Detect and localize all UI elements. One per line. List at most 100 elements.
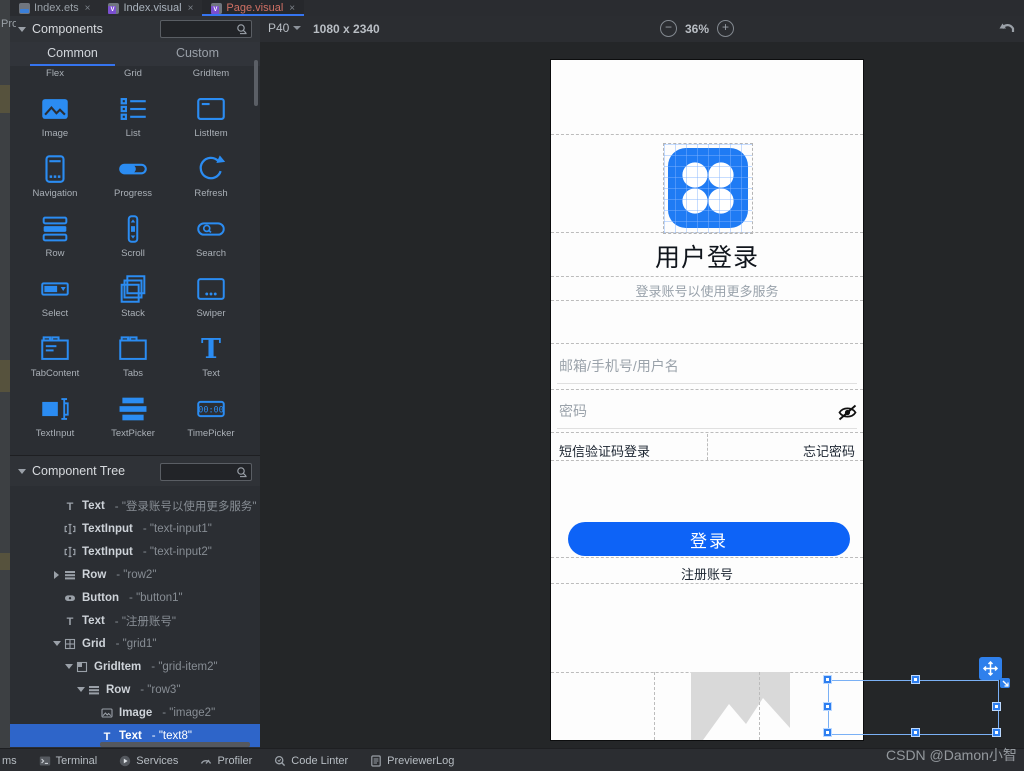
component-textinput[interactable]: TextInput <box>16 390 94 450</box>
component-listitem[interactable]: ListItem <box>172 90 250 150</box>
component-refresh[interactable]: Refresh <box>172 150 250 210</box>
move-handle[interactable] <box>979 657 1002 680</box>
chevron-expanded-icon[interactable] <box>50 641 63 646</box>
scroll-icon <box>116 212 150 246</box>
component-tabs[interactable]: Tabs <box>94 330 172 390</box>
component-text[interactable]: T Text <box>172 330 250 390</box>
component-list[interactable]: List <box>94 90 172 150</box>
component-row[interactable]: Row <box>16 210 94 270</box>
undo-icon[interactable] <box>999 20 1016 35</box>
code-linter-icon <box>274 755 286 767</box>
tree-item-textinput[interactable]: TextInput - "text-input1" <box>10 517 261 540</box>
image-placeholder[interactable] <box>691 672 790 740</box>
tree-item-text[interactable]: T Text - "注册账号" <box>10 609 261 632</box>
chevron-expanded-icon[interactable] <box>74 687 87 692</box>
layout-guide <box>551 389 863 390</box>
collapse-arrow-icon[interactable] <box>18 27 26 32</box>
tree-item-griditem[interactable]: GridItem - "grid-item2" <box>10 655 261 678</box>
components-scrollbar[interactable] <box>254 60 258 106</box>
login-button[interactable]: 登录 <box>568 522 850 556</box>
component-textpicker[interactable]: TextPicker <box>94 390 172 450</box>
component-navigation[interactable]: Navigation <box>16 150 94 210</box>
selection-handle[interactable] <box>911 675 920 684</box>
component-label: Refresh <box>194 188 227 199</box>
tab-custom[interactable]: Custom <box>135 42 260 66</box>
component-stack[interactable]: Stack <box>94 270 172 330</box>
textpicker-icon <box>116 392 150 426</box>
component-label[interactable]: GridItem <box>172 68 250 79</box>
statusbar-services[interactable]: Services <box>119 755 178 767</box>
tree-item-button[interactable]: Button - "button1" <box>10 586 261 609</box>
text-component-icon: T <box>194 332 228 366</box>
tree-item-grid[interactable]: Grid - "grid1" <box>10 632 261 655</box>
statusbar-terminal[interactable]: Terminal <box>39 755 98 767</box>
tab-index-visual[interactable]: V Index.visual × <box>99 0 202 16</box>
row-icon <box>38 212 72 246</box>
components-search-box[interactable] <box>160 20 252 38</box>
tree-search-input[interactable] <box>161 466 236 478</box>
tree-item-row[interactable]: Row - "row2" <box>10 563 261 586</box>
selection-handle[interactable] <box>823 675 832 684</box>
chevron-expanded-icon[interactable] <box>62 664 75 669</box>
statusbar-code-linter[interactable]: Code Linter <box>274 755 348 767</box>
tree-item-image[interactable]: Image - "image2" <box>10 701 261 724</box>
close-icon[interactable]: × <box>85 3 91 14</box>
sms-login-link[interactable]: 短信验证码登录 <box>559 441 650 460</box>
selection-handle[interactable] <box>992 702 1001 711</box>
components-search-input[interactable] <box>161 23 236 35</box>
terminal-icon <box>39 755 51 767</box>
phone-design-canvas[interactable]: 用户登录 登录账号以使用更多服务 邮箱/手机号/用户名 密码 短信验证码登录 忘… <box>551 60 863 740</box>
previewer-toolbar: P40 1080 x 2340 − 36% + <box>260 16 1024 43</box>
password-visibility-icon[interactable] <box>837 404 858 421</box>
refresh-icon <box>194 152 228 186</box>
password-input[interactable]: 密码 <box>559 401 587 421</box>
selection-handle[interactable] <box>823 702 832 711</box>
tab-page-visual[interactable]: V Page.visual × <box>202 0 304 16</box>
register-link[interactable]: 注册账号 <box>551 564 863 583</box>
component-swiper[interactable]: Swiper <box>172 270 250 330</box>
statusbar-previewerlog[interactable]: PreviewerLog <box>370 755 454 767</box>
close-icon[interactable]: × <box>289 3 295 14</box>
project-tool-label[interactable]: Pro <box>1 18 16 31</box>
tree-item-text[interactable]: T Text - "登录账号以使用更多服务" <box>10 494 261 517</box>
device-selector[interactable]: P40 <box>268 21 301 35</box>
component-search[interactable]: Search <box>172 210 250 270</box>
layout-guide <box>654 672 655 740</box>
svg-text:T: T <box>67 616 74 628</box>
component-image[interactable]: Image <box>16 90 94 150</box>
zoom-out-button[interactable]: − <box>660 20 677 37</box>
selection-handle[interactable] <box>992 728 1001 737</box>
collapse-arrow-icon[interactable] <box>18 469 26 474</box>
tree-item-row[interactable]: Row - "row3" <box>10 678 261 701</box>
zoom-controls: − 36% + <box>660 20 734 37</box>
tree-horizontal-scrollbar[interactable] <box>100 742 250 747</box>
username-input[interactable]: 邮箱/手机号/用户名 <box>559 356 679 376</box>
layout-guide <box>707 434 708 460</box>
zoom-in-button[interactable]: + <box>717 20 734 37</box>
tree-search-box[interactable] <box>160 463 252 481</box>
component-scroll[interactable]: Scroll <box>94 210 172 270</box>
forgot-password-link[interactable]: 忘记密码 <box>803 441 855 460</box>
status-partial-label[interactable]: ms <box>2 755 17 767</box>
tab-common[interactable]: Common <box>10 42 135 66</box>
component-progress[interactable]: Progress <box>94 150 172 210</box>
component-timepicker[interactable]: 00:00 TimePicker <box>172 390 250 450</box>
component-tabcontent[interactable]: TabContent <box>16 330 94 390</box>
statusbar-profiler[interactable]: Profiler <box>200 755 252 767</box>
component-label[interactable]: Grid <box>94 68 172 79</box>
components-grid: Image List ListItem <box>16 90 250 450</box>
component-label[interactable]: Flex <box>16 68 94 79</box>
previewer-surface[interactable]: 用户登录 登录账号以使用更多服务 邮箱/手机号/用户名 密码 短信验证码登录 忘… <box>260 42 1024 748</box>
resize-handle[interactable] <box>1000 678 1010 688</box>
selection-box[interactable] <box>828 680 999 735</box>
selection-handle[interactable] <box>911 728 920 737</box>
login-title[interactable]: 用户登录 <box>551 238 863 274</box>
chevron-collapsed-icon[interactable] <box>50 571 63 579</box>
ets-file-icon <box>19 3 30 14</box>
tab-index-ets[interactable]: Index.ets × <box>10 0 99 16</box>
login-subtitle[interactable]: 登录账号以使用更多服务 <box>551 281 863 300</box>
tree-item-textinput[interactable]: TextInput - "text-input2" <box>10 540 261 563</box>
component-select[interactable]: Select <box>16 270 94 330</box>
close-icon[interactable]: × <box>188 3 194 14</box>
selection-handle[interactable] <box>823 728 832 737</box>
